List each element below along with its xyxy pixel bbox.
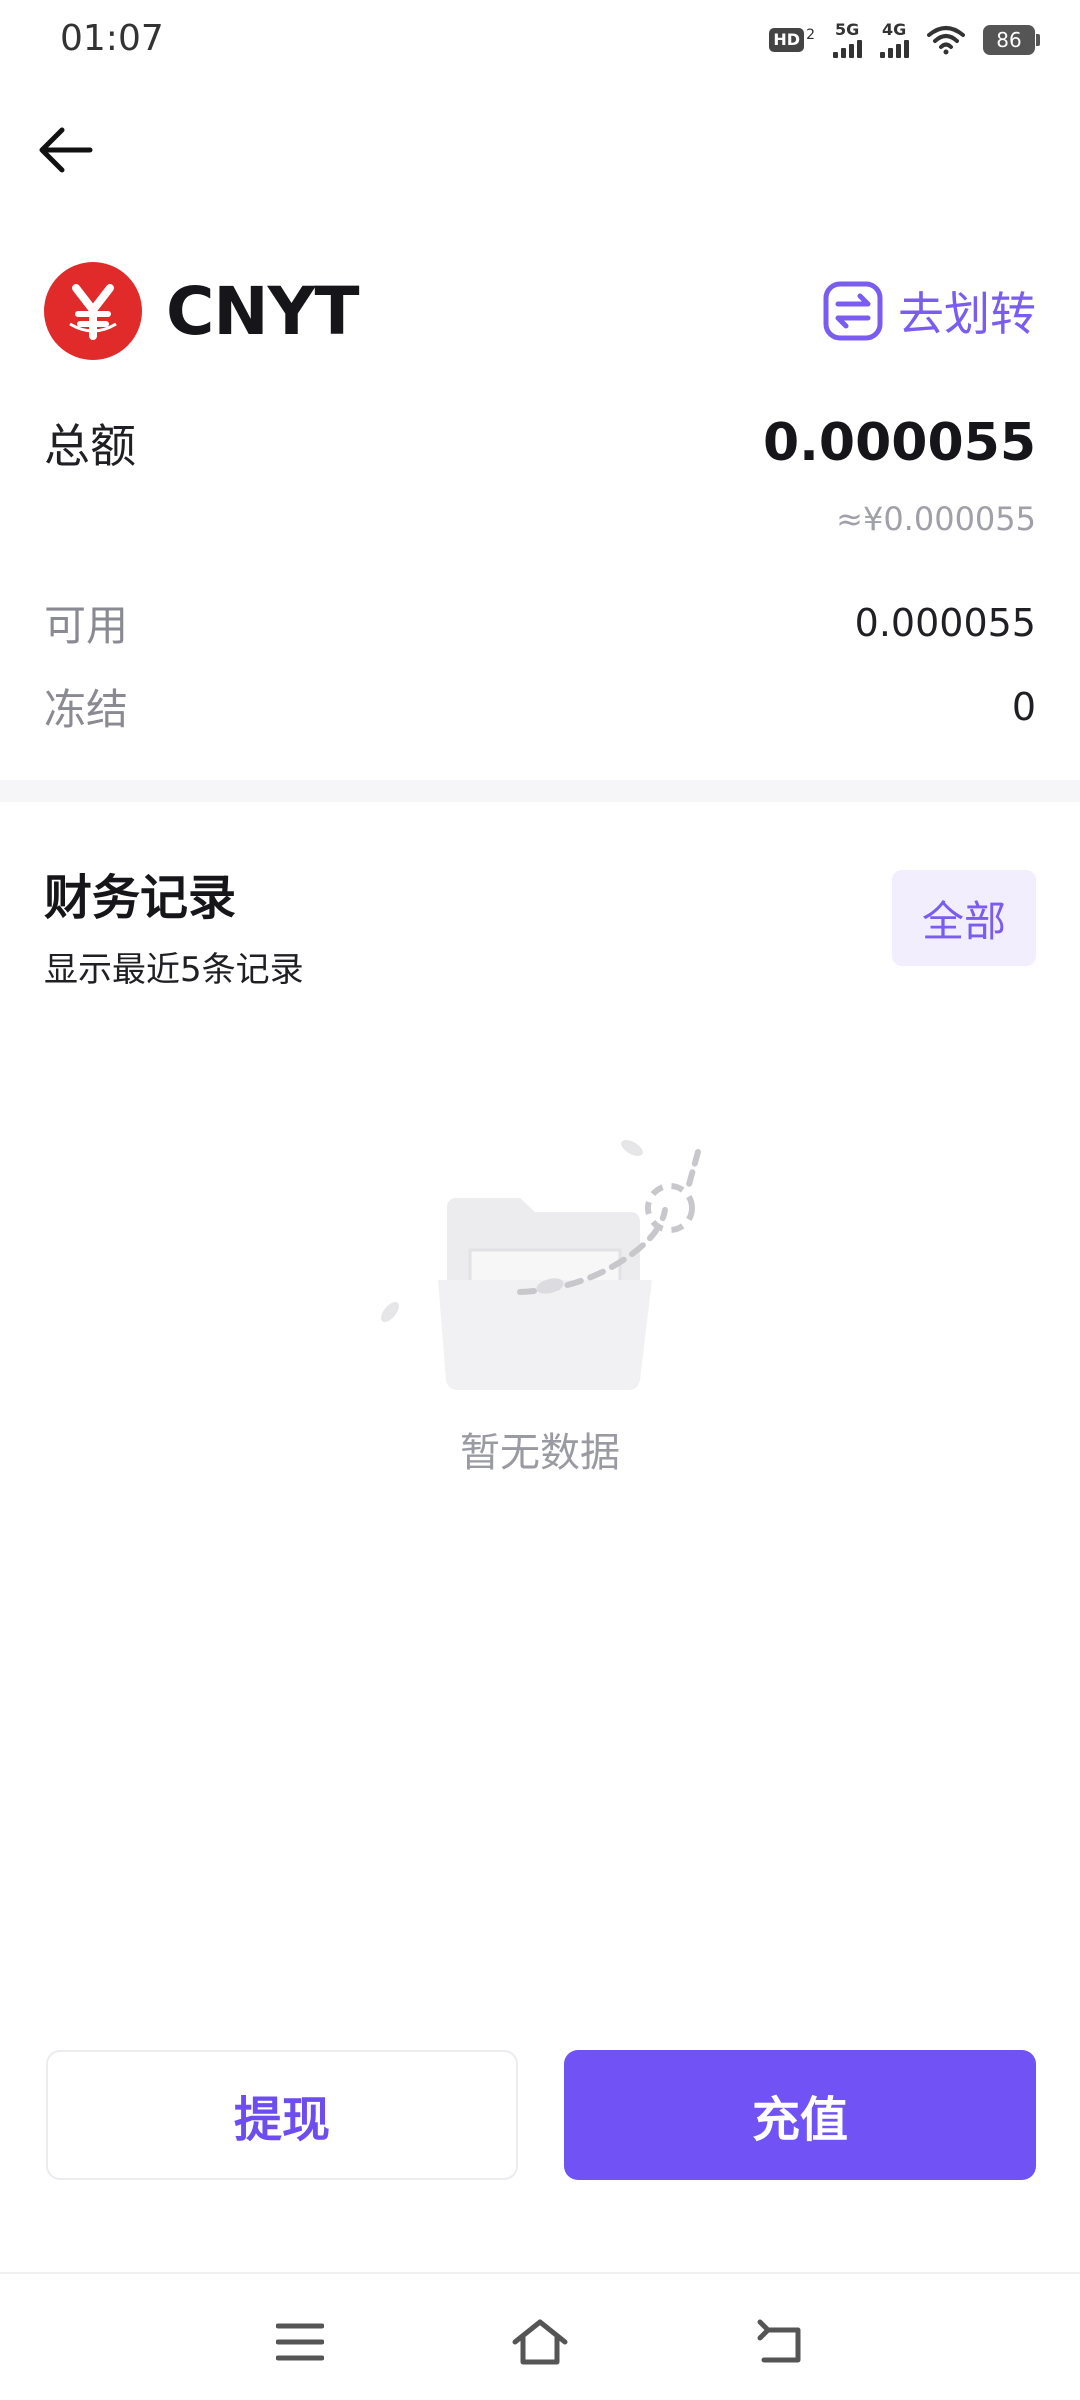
signal-4g-label: 4G: [882, 20, 907, 39]
system-nav-bar: [0, 2272, 1080, 2400]
deposit-button[interactable]: 充值: [564, 2050, 1036, 2180]
hd-sub: 2: [806, 27, 815, 43]
frozen-row: 冻结 0: [44, 676, 1036, 737]
signal-5g-label: 5G: [835, 20, 860, 39]
all-records-button[interactable]: 全部: [892, 870, 1036, 966]
arrow-left-icon: [39, 127, 93, 173]
total-row: 总额 0.000055: [44, 410, 1036, 476]
signal-4g-icon: 4G: [880, 22, 909, 58]
hd-label: HD: [769, 28, 805, 52]
back-button[interactable]: [34, 118, 98, 182]
yuan-coin-icon: [44, 262, 142, 360]
empty-state-text: 暂无数据: [460, 1430, 620, 1476]
frozen-value: 0: [1011, 684, 1036, 729]
hd-icon: HD 2: [769, 28, 815, 52]
empty-folder-icon: [381, 1140, 701, 1390]
available-row: 可用 0.000055: [44, 592, 1036, 653]
transfer-button[interactable]: 去划转: [822, 278, 1036, 344]
battery-icon: 86: [983, 25, 1040, 55]
section-divider: [0, 780, 1080, 802]
battery-level: 86: [983, 25, 1035, 55]
total-label: 总额: [44, 419, 136, 473]
home-icon: [512, 2319, 568, 2365]
coin-symbol: CNYT: [166, 272, 359, 350]
status-bar: 01:07 HD 2 5G 4G 86: [0, 0, 1080, 80]
frozen-label: 冻结: [44, 685, 129, 734]
transfer-icon: [823, 281, 883, 341]
withdraw-button[interactable]: 提现: [46, 2050, 518, 2180]
records-title: 财务记录: [44, 870, 237, 926]
coin-header: CNYT 去划转: [44, 262, 1036, 360]
menu-icon: [276, 2323, 324, 2361]
nav-home-button[interactable]: [510, 2312, 570, 2372]
status-time: 01:07: [60, 18, 164, 59]
total-cny-value: ≈¥0.000055: [836, 500, 1036, 538]
wifi-icon: [927, 26, 965, 55]
available-value: 0.000055: [854, 600, 1036, 645]
transfer-label: 去划转: [898, 287, 1036, 341]
available-label: 可用: [44, 601, 129, 650]
signal-5g-icon: 5G: [833, 22, 862, 58]
records-subtitle: 显示最近5条记录: [44, 950, 304, 990]
total-value: 0.000055: [762, 413, 1036, 473]
status-icons: HD 2 5G 4G 86: [769, 22, 1040, 58]
nav-back-button[interactable]: [750, 2312, 810, 2372]
back-icon: [757, 2319, 801, 2363]
nav-menu-button[interactable]: [270, 2312, 330, 2372]
